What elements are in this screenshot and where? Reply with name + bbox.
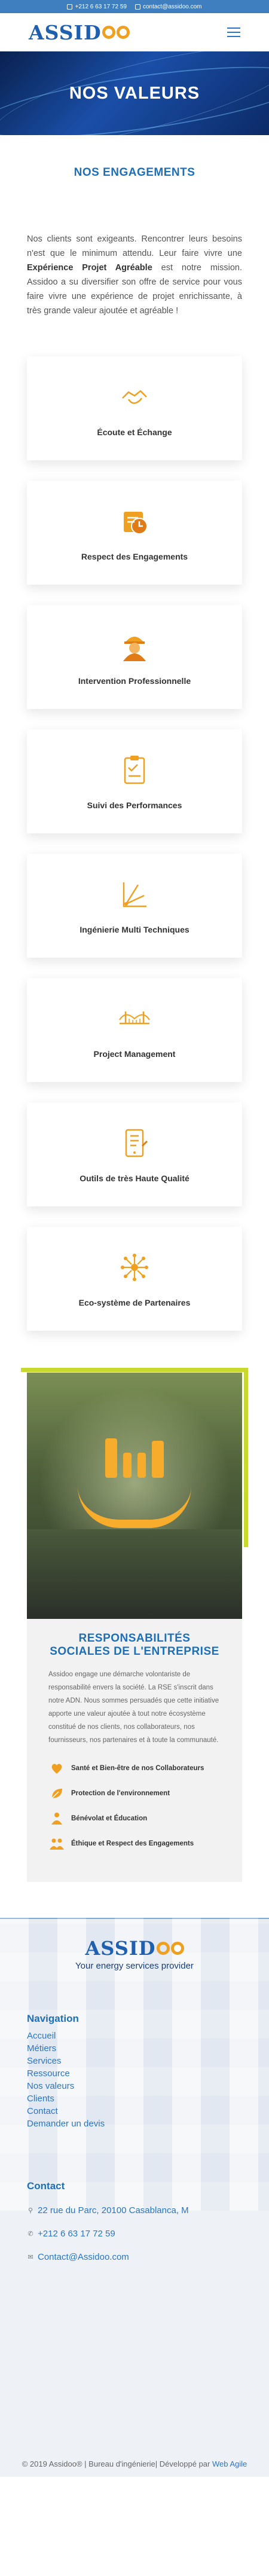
topbar-email[interactable]: contact@assidoo.com xyxy=(134,3,202,10)
footer-link-clients[interactable]: Clients xyxy=(27,2092,242,2105)
csr-list: Santé et Bien-être de nos Collaborateurs… xyxy=(48,1760,221,1852)
logo-text: ASSID xyxy=(85,1937,156,1960)
bridge-icon xyxy=(117,1001,152,1036)
handshake-icon xyxy=(117,380,152,414)
top-contact-bar: +212 6 63 17 72 59 contact@assidoo.com xyxy=(0,0,269,13)
engagements-intro: Nos clients sont exigeants. Rencontrer l… xyxy=(27,234,242,316)
tablet-tools-icon xyxy=(117,1126,152,1160)
csr-photo xyxy=(27,1373,242,1619)
footer-logo[interactable]: ASSID xyxy=(27,1937,242,1960)
csr-item-label: Bénévolat et Éducation xyxy=(71,1814,148,1822)
card-label: Eco-système de Partenaires xyxy=(78,1298,191,1307)
card-label: Suivi des Performances xyxy=(87,800,182,810)
footer-link-metiers[interactable]: Métiers xyxy=(27,2042,242,2055)
site-logo[interactable]: ASSID xyxy=(29,21,130,44)
card-label: Respect des Engagements xyxy=(81,552,188,561)
footer-nav: Accueil Métiers Services Ressource Nos v… xyxy=(27,2030,242,2130)
logo-oo-mark xyxy=(156,1942,184,1955)
menu-hamburger-icon[interactable] xyxy=(227,27,240,37)
csr-item-label: Éthique et Respect des Engagements xyxy=(71,1839,194,1847)
footer-contact-title: Contact xyxy=(27,2180,65,2192)
footer-address-text: 22 rue du Parc, 20100 Casablanca, M xyxy=(38,2205,189,2216)
clipboard-icon xyxy=(117,753,152,787)
card-label: Project Management xyxy=(93,1049,176,1059)
csr-item: Santé et Bien-être de nos Collaborateurs xyxy=(48,1760,221,1777)
card-label: Écoute et Échange xyxy=(97,427,172,437)
csr-section: RESPONSABILITÉS SOCIALES DE L'ENTREPRISE… xyxy=(0,1368,269,1882)
engineer-icon xyxy=(117,628,152,663)
card-ecosysteme: Eco-système de Partenaires xyxy=(27,1227,242,1331)
engagements-cards: Écoute et Échange Respect des Engagement… xyxy=(0,356,269,1331)
logo-text: ASSID xyxy=(29,20,102,44)
people-icon xyxy=(48,1835,65,1852)
footer-link-devis[interactable]: Demander un devis xyxy=(27,2117,242,2130)
phone-icon: ✆ xyxy=(27,2230,33,2238)
csr-item: Éthique et Respect des Engagements xyxy=(48,1835,221,1852)
copyright-text: © 2019 Assidoo® | Bureau d'ingénierie| D… xyxy=(22,2459,210,2468)
phone-icon xyxy=(67,4,73,10)
card-ingenierie: Ingénierie Multi Techniques xyxy=(27,854,242,958)
volunteer-icon xyxy=(48,1810,65,1827)
card-ecoute: Écoute et Échange xyxy=(27,356,242,460)
footer-tagline: Your energy services provider xyxy=(75,1961,194,1971)
leaf-icon xyxy=(48,1785,65,1802)
logo-oo-mark xyxy=(102,26,130,39)
footer-link-nos-valeurs[interactable]: Nos valeurs xyxy=(27,2080,242,2092)
network-icon xyxy=(117,1250,152,1285)
hero-banner: NOS VALEURS xyxy=(0,51,269,135)
footer-email[interactable]: ✉ Contact@Assidoo.com xyxy=(27,2252,242,2262)
card-label: Outils de très Haute Qualité xyxy=(80,1174,189,1183)
footer-link-contact[interactable]: Contact xyxy=(27,2105,242,2117)
clock-check-icon xyxy=(117,504,152,539)
csr-item: Protection de l'environnement xyxy=(48,1785,221,1802)
topbar-phone-text: +212 6 63 17 72 59 xyxy=(75,3,127,10)
card-project: Project Management xyxy=(27,978,242,1082)
footer-link-accueil[interactable]: Accueil xyxy=(27,2030,242,2042)
card-suivi: Suivi des Performances xyxy=(27,729,242,833)
footer-copyright: © 2019 Assidoo® | Bureau d'ingénierie| D… xyxy=(0,2458,269,2470)
mail-icon: ✉ xyxy=(27,2254,33,2261)
csr-item: Bénévolat et Éducation xyxy=(48,1810,221,1827)
csr-text: Assidoo engage une démarche volontariste… xyxy=(48,1671,219,1744)
health-icon xyxy=(48,1760,65,1777)
credit-link[interactable]: Web Agile xyxy=(212,2459,247,2468)
family-icon xyxy=(105,1438,164,1478)
mail-icon xyxy=(134,4,140,10)
csr-box: RESPONSABILITÉS SOCIALES DE L'ENTREPRISE… xyxy=(27,1619,242,1882)
footer-address[interactable]: ⚲ 22 rue du Parc, 20100 Casablanca, M xyxy=(27,2205,242,2216)
csr-item-label: Santé et Bien-être de nos Collaborateurs xyxy=(71,1764,204,1772)
topbar-phone[interactable]: +212 6 63 17 72 59 xyxy=(67,3,127,10)
footer-link-services[interactable]: Services xyxy=(27,2055,242,2067)
card-label: Intervention Professionnelle xyxy=(78,676,191,686)
drafting-icon xyxy=(117,877,152,912)
topbar-email-text: contact@assidoo.com xyxy=(142,3,202,10)
card-outils: Outils de très Haute Qualité xyxy=(27,1102,242,1206)
card-respect: Respect des Engagements xyxy=(27,481,242,585)
footer-email-text: Contact@Assidoo.com xyxy=(38,2252,129,2262)
site-footer: ASSID Your energy services provider Navi… xyxy=(0,1918,269,2477)
footer-phone[interactable]: ✆ +212 6 63 17 72 59 xyxy=(27,2229,242,2239)
page-title: NOS VALEURS xyxy=(69,83,200,103)
footer-nav-title: Navigation xyxy=(27,2013,79,2024)
engagements-title: NOS ENGAGEMENTS xyxy=(74,166,195,179)
card-label: Ingénierie Multi Techniques xyxy=(80,925,189,934)
location-pin-icon: ⚲ xyxy=(27,2207,33,2214)
card-intervention: Intervention Professionnelle xyxy=(27,605,242,709)
footer-link-ressource[interactable]: Ressource xyxy=(27,2067,242,2080)
site-header: ASSID xyxy=(0,13,269,51)
footer-phone-text: +212 6 63 17 72 59 xyxy=(38,2229,115,2239)
csr-item-label: Protection de l'environnement xyxy=(71,1789,170,1797)
csr-title: RESPONSABILITÉS SOCIALES DE L'ENTREPRISE xyxy=(50,1632,219,1658)
